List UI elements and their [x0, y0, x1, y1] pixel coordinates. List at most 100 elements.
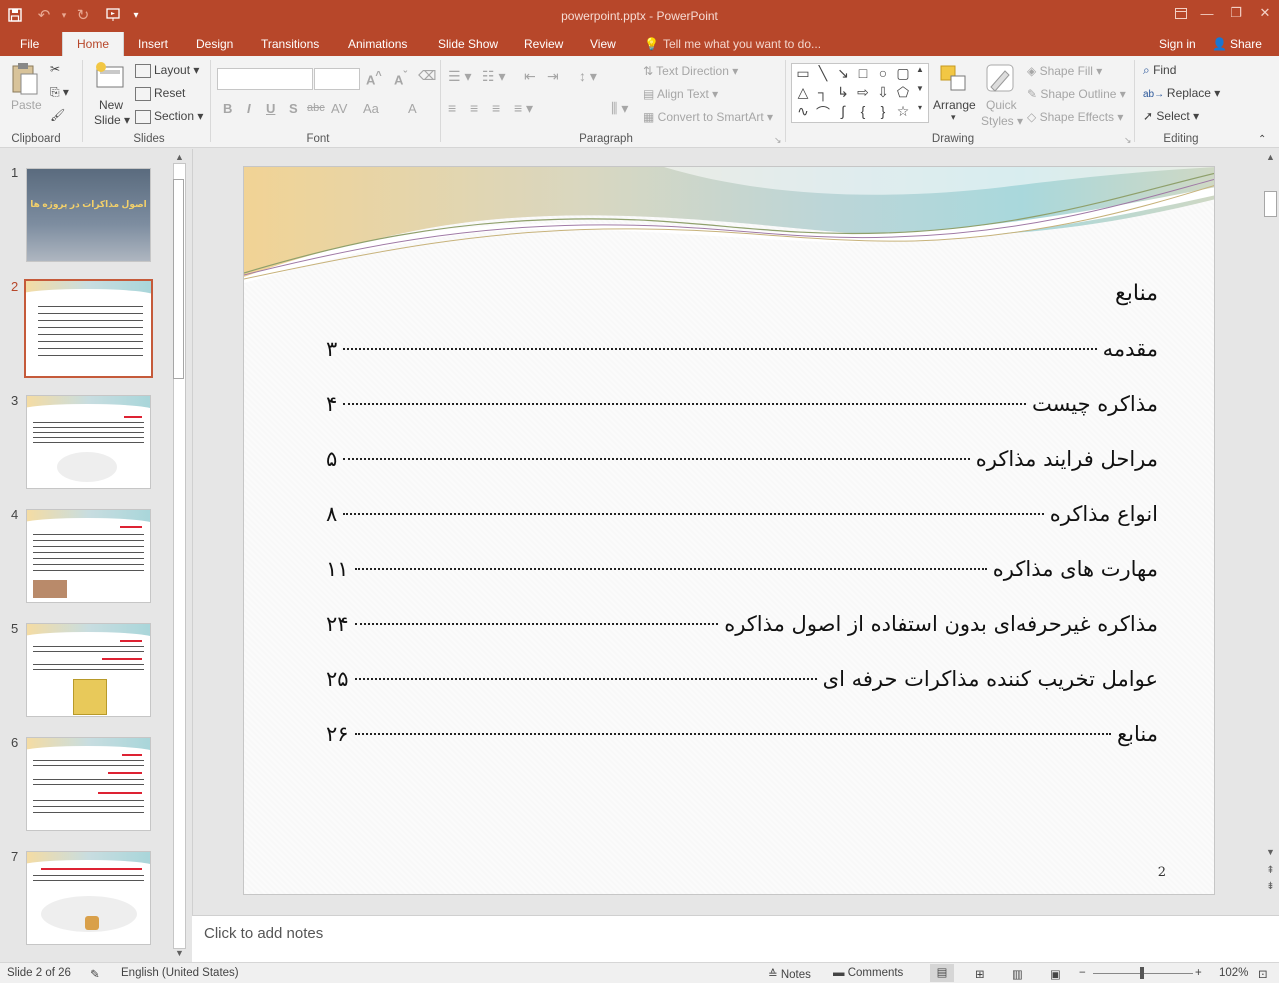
decrease-indent-icon[interactable]: ⇤ — [524, 68, 536, 85]
increase-font-icon[interactable]: A^ — [366, 70, 382, 87]
fit-to-window-icon[interactable]: ⊡ — [1258, 967, 1268, 981]
slide-sorter-icon[interactable]: ⊞ — [975, 967, 985, 981]
line-shape-icon[interactable]: ╲ — [814, 65, 832, 82]
zoom-slider-thumb[interactable] — [1140, 967, 1144, 979]
share-button[interactable]: 👤 Share — [1212, 32, 1262, 56]
quick-styles-button[interactable]: Styles ▾ — [981, 114, 1023, 128]
scroll-thumb[interactable] — [173, 179, 184, 379]
character-spacing-button[interactable]: AV — [331, 101, 347, 116]
tab-review[interactable]: Review — [522, 32, 565, 56]
slide-thumbnail-7[interactable] — [26, 851, 151, 945]
slide-thumbnail-1[interactable]: اصول مذاکرات در پروژه ها — [26, 168, 151, 262]
align-left-icon[interactable]: ≡ — [448, 100, 456, 116]
convert-smartart-button[interactable]: ▦ Convert to SmartArt ▾ — [643, 110, 773, 124]
scroll-up-icon[interactable]: ▲ — [1263, 152, 1278, 162]
language-indicator[interactable]: English (United States) — [121, 967, 239, 979]
slide-thumbnail-6[interactable] — [26, 737, 151, 831]
oval-shape-icon[interactable]: ○ — [874, 65, 892, 81]
arrange-dropdown-icon[interactable]: ▾ — [951, 112, 956, 123]
scroll-down-icon[interactable]: ▼ — [1263, 847, 1278, 857]
tab-animations[interactable]: Animations — [346, 32, 409, 56]
columns-icon[interactable]: ⫼ ▾ — [611, 100, 628, 117]
rounded-rect-shape-icon[interactable]: ▢ — [894, 65, 912, 82]
down-arrow-shape-icon[interactable]: ⇩ — [874, 84, 892, 101]
elbow-arrow-icon[interactable]: ↳ — [834, 84, 852, 101]
shape-effects-button[interactable]: ◇ Shape Effects ▾ — [1027, 110, 1123, 124]
slideshow-view-icon[interactable]: ▣ — [1050, 967, 1061, 981]
textbox-shape-icon[interactable]: ▭ — [794, 65, 812, 82]
close-icon[interactable]: ✕ — [1252, 3, 1278, 23]
reset-button[interactable]: Reset — [135, 86, 185, 101]
arrow-line-shape-icon[interactable]: ↘ — [834, 65, 852, 82]
new-slide-label-1[interactable]: New — [99, 98, 123, 112]
shape-fill-button[interactable]: ◈ Shape Fill ▾ — [1027, 64, 1102, 78]
star-shape-icon[interactable]: ☆ — [894, 103, 912, 120]
right-arrow-shape-icon[interactable]: ⇨ — [854, 84, 872, 101]
next-slide-icon[interactable]: ⇟ — [1263, 881, 1278, 892]
italic-button[interactable]: I — [247, 101, 251, 116]
font-size-box[interactable] — [314, 68, 360, 90]
underline-button[interactable]: U — [266, 101, 275, 116]
new-slide-icon[interactable] — [93, 61, 127, 98]
tab-slide-show[interactable]: Slide Show — [436, 32, 500, 56]
slide-thumbnail-5[interactable] — [26, 623, 151, 717]
text-shadow-button[interactable]: S — [289, 101, 298, 116]
tab-insert[interactable]: Insert — [136, 32, 170, 56]
left-brace-shape-icon[interactable]: { — [854, 103, 872, 119]
decrease-font-icon[interactable]: Aˇ — [394, 70, 407, 87]
format-painter-icon[interactable]: 🖌 — [50, 108, 65, 122]
strikethrough-button[interactable]: abc — [307, 102, 325, 114]
ribbon-display-options-icon[interactable] — [1168, 3, 1194, 23]
scroll-up-icon[interactable]: ▲ — [172, 152, 187, 162]
shapes-gallery[interactable]: ▭ ╲ ↘ □ ○ ▢ △ ┐ ↳ ⇨ ⇩ ⬠ ∿ ⌒ ∫ { } ☆ ▲ ▼ … — [791, 63, 929, 123]
replace-button[interactable]: ab→ Replace ▾ — [1143, 86, 1220, 100]
zoom-level[interactable]: 102% — [1219, 967, 1248, 979]
slide-scrollbar[interactable]: ▲ ▼ ⇞ ⇟ — [1263, 149, 1279, 915]
zoom-out-icon[interactable]: − — [1079, 967, 1086, 979]
collapse-ribbon-icon[interactable]: ⌃ — [1258, 134, 1266, 145]
current-slide[interactable]: منابع مقدمه ۳ مذاکره چیست ۴ مراحل فرایند… — [243, 166, 1215, 895]
drawing-dialog-launcher-icon[interactable]: ↘ — [1124, 135, 1132, 146]
arc-shape-icon[interactable]: ⌒ — [814, 103, 832, 123]
new-slide-button[interactable]: Slide ▾ — [94, 113, 130, 127]
gallery-up-icon[interactable]: ▲ — [913, 65, 927, 74]
elbow-connector-icon[interactable]: ┐ — [814, 84, 832, 100]
section-button[interactable]: Section ▾ — [135, 109, 203, 124]
tab-view[interactable]: View — [588, 32, 618, 56]
slide-thumbnail-2[interactable] — [24, 279, 153, 378]
numbering-icon[interactable]: ☷ ▾ — [482, 68, 505, 85]
zoom-in-icon[interactable]: + — [1195, 967, 1202, 979]
font-color-button[interactable]: A — [408, 101, 417, 116]
shape-outline-button[interactable]: ✎ Shape Outline ▾ — [1027, 87, 1126, 101]
layout-button[interactable]: Layout ▾ — [135, 63, 199, 78]
previous-slide-icon[interactable]: ⇞ — [1263, 865, 1278, 876]
notes-placeholder[interactable]: Click to add notes — [204, 925, 323, 942]
bullets-icon[interactable]: ☰ ▾ — [448, 68, 471, 85]
copy-icon[interactable]: ⎘ ▾ — [50, 85, 69, 100]
tab-transitions[interactable]: Transitions — [259, 32, 321, 56]
gallery-down-icon[interactable]: ▼ — [913, 84, 927, 93]
tab-design[interactable]: Design — [194, 32, 235, 56]
select-button[interactable]: ➚ Select ▾ — [1143, 109, 1199, 123]
align-text-button[interactable]: ▤ Align Text ▾ — [643, 87, 718, 101]
font-name-box[interactable] — [217, 68, 313, 90]
normal-view-icon[interactable]: ▤ — [930, 964, 954, 982]
triangle-shape-icon[interactable]: △ — [794, 84, 812, 101]
minimize-icon[interactable]: — — [1194, 3, 1220, 23]
scroll-down-icon[interactable]: ▼ — [172, 948, 187, 958]
reading-view-icon[interactable]: ▥ — [1012, 967, 1023, 981]
rectangle-shape-icon[interactable]: □ — [854, 65, 872, 81]
pentagon-shape-icon[interactable]: ⬠ — [894, 84, 912, 101]
spell-check-icon[interactable]: ✎ — [90, 967, 100, 981]
increase-indent-icon[interactable]: ⇥ — [547, 68, 559, 85]
cut-icon[interactable]: ✂ — [50, 62, 60, 76]
quick-styles-icon[interactable] — [985, 63, 1017, 98]
scroll-thumb[interactable] — [1264, 191, 1277, 217]
slide-thumbnail-3[interactable] — [26, 395, 151, 489]
find-button[interactable]: ⌕ Find — [1143, 63, 1176, 78]
comments-toggle-button[interactable]: ▬ Comments — [833, 967, 903, 979]
align-center-icon[interactable]: ≡ — [470, 100, 478, 116]
align-right-icon[interactable]: ≡ — [492, 100, 500, 116]
tab-file[interactable]: File — [18, 32, 41, 56]
paste-button[interactable]: Paste — [11, 98, 42, 112]
